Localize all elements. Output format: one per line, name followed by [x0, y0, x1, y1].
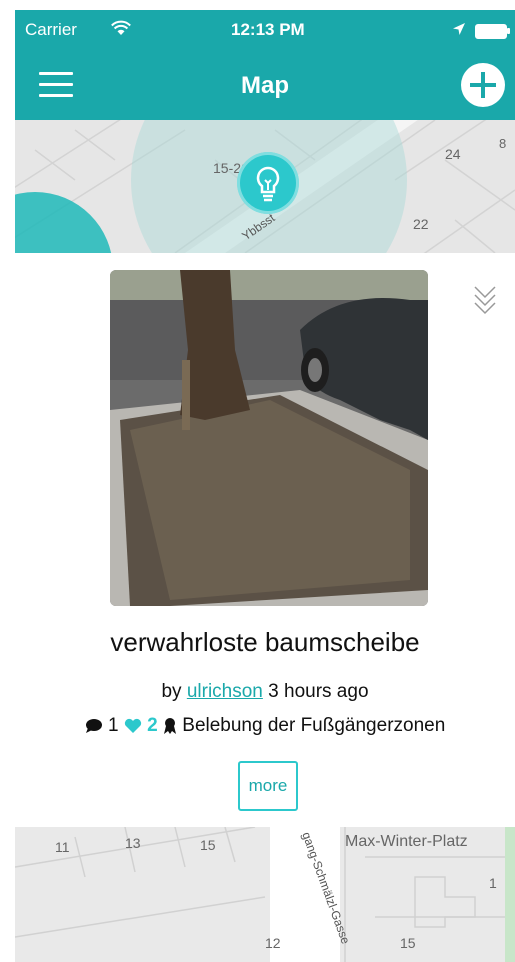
map-label: 15	[200, 837, 216, 853]
app-screen: Carrier 12:13 PM Map 15-21 24 8 22 Ybbss…	[15, 10, 515, 962]
post-title: verwahrloste baumscheibe	[110, 627, 420, 657]
wifi-icon	[111, 20, 131, 35]
post-photo[interactable]	[110, 270, 428, 606]
battery-icon	[475, 24, 510, 39]
comment-icon	[85, 718, 102, 733]
ribbon-icon	[163, 717, 176, 734]
map-label: 15	[400, 935, 416, 951]
map-bottom[interactable]: 11 13 15 Max-Winter-Platz 1 12 15 gang-S…	[15, 827, 515, 962]
map-label: 24	[445, 146, 461, 162]
map-label: 12	[265, 935, 281, 951]
nav-bar: Map	[15, 50, 515, 120]
post-category: Belebung der Fußgängerzonen	[182, 715, 446, 736]
comments-count: 1	[107, 715, 119, 736]
post-time: 3 hours ago	[268, 681, 369, 702]
double-chevron-down-icon	[474, 286, 496, 315]
post-meta: 1 2 Belebung der Fußgängerzonen	[15, 715, 515, 737]
location-arrow-icon	[453, 23, 465, 35]
add-button[interactable]	[461, 63, 505, 107]
lightbulb-icon	[256, 166, 280, 202]
page-title: Map	[241, 72, 289, 99]
map-label: 22	[413, 216, 429, 232]
likes-count: 2	[147, 715, 158, 736]
map-label: 11	[55, 839, 70, 855]
by-prefix: by	[161, 681, 182, 702]
map-label: 13	[125, 835, 141, 851]
post-byline: by ulrichson 3 hours ago	[15, 681, 515, 703]
post-card: verwahrloste baumscheibe by ulrichson 3 …	[15, 253, 515, 827]
status-bar: Carrier 12:13 PM	[15, 10, 515, 50]
map-top[interactable]: 15-21 24 8 22 Ybbsst	[15, 120, 515, 253]
collapse-button[interactable]	[469, 281, 501, 323]
map-label: 8	[499, 136, 507, 151]
tree-photo-image	[110, 270, 428, 606]
map-label: Max-Winter-Platz	[345, 833, 468, 850]
status-time: 12:13 PM	[231, 20, 305, 39]
map-label: 1	[489, 875, 497, 891]
heart-icon[interactable]	[124, 718, 142, 734]
map-marker[interactable]	[237, 152, 299, 214]
author-link[interactable]: ulrichson	[187, 681, 263, 702]
more-button[interactable]: more	[238, 761, 298, 811]
carrier-label: Carrier	[25, 20, 77, 39]
